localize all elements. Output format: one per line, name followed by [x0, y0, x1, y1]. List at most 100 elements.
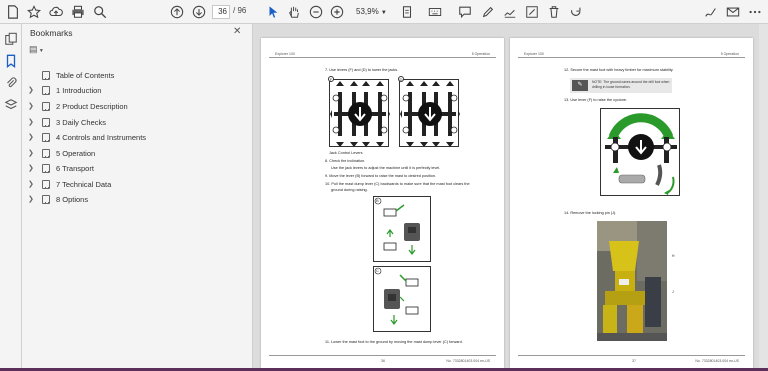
document-number: No. 7332801403.004 en-US	[695, 359, 739, 363]
bookmark-label: Table of Contents	[56, 70, 115, 80]
header-rule	[518, 57, 745, 58]
layers-icon[interactable]	[4, 98, 18, 112]
header-rule	[269, 57, 496, 58]
bookmark-label: 4 Controls and Instruments	[56, 132, 147, 142]
callout-j: J	[672, 290, 674, 294]
mast-lever-diagram	[374, 197, 420, 255]
step-12-text: 12. Secure the mast foot with heavy timb…	[564, 68, 674, 72]
bookmark-page-icon	[42, 70, 50, 80]
bookmark-label: 3 Daily Checks	[56, 117, 107, 127]
chevron-right-icon[interactable]: ❯	[28, 164, 38, 172]
navigation-rail	[0, 24, 22, 371]
locking-pin-photo	[597, 221, 667, 341]
bookmark-item[interactable]: ❯ 1 Introduction	[28, 83, 101, 97]
footer-rule	[518, 355, 745, 356]
pdf-page-right: Explorer 100 5 Operation 12. Secure the …	[510, 38, 753, 368]
chevron-right-icon[interactable]: ❯	[28, 118, 38, 126]
bookmark-page-icon	[42, 101, 50, 111]
bookmark-options-dropdown[interactable]: ▤ ▼	[29, 44, 51, 58]
chevron-down-icon: ▼	[37, 48, 44, 54]
keyboard-icon[interactable]	[426, 3, 444, 21]
bookmark-page-icon	[42, 148, 50, 158]
stamp-icon[interactable]	[501, 3, 519, 21]
cloud-upload-icon[interactable]	[47, 3, 65, 21]
cyclone-lever-diagram	[605, 113, 677, 195]
bookmark-label: 2 Product Description	[56, 101, 128, 111]
list-options-icon: ▤	[29, 44, 38, 54]
step-10-detail: ground during raising.	[331, 188, 368, 192]
bookmark-item[interactable]: ❯ 8 Options	[28, 192, 88, 206]
note-icon: ✎	[572, 80, 588, 91]
page-fit-icon[interactable]	[398, 3, 416, 21]
more-options-icon[interactable]	[746, 3, 764, 21]
vertical-scrollbar[interactable]	[759, 24, 768, 371]
mail-icon[interactable]	[724, 3, 742, 21]
page-thumbnails-icon[interactable]	[4, 32, 18, 46]
page-number-input[interactable]: 36	[212, 5, 230, 19]
page-total: / 96	[233, 6, 247, 15]
document-view[interactable]: Explorer 100 5 Operation 7. Use levers (…	[253, 24, 768, 371]
hand-tool-icon[interactable]	[285, 3, 303, 21]
chevron-right-icon[interactable]: ❯	[28, 102, 38, 110]
note-box: ✎ NOTE: The ground caves around the dril…	[570, 78, 672, 93]
search-icon[interactable]	[91, 3, 109, 21]
step-11-text: 11. Lower the mast foot to the ground by…	[325, 340, 463, 344]
pen-icon[interactable]	[479, 3, 497, 21]
page-number: 37	[632, 359, 636, 363]
page-header-left: Explorer 100	[275, 52, 295, 56]
machine-photo	[597, 221, 667, 341]
comment-icon[interactable]	[456, 3, 474, 21]
chevron-down-icon: ▼	[380, 10, 387, 16]
bookmark-page-icon	[42, 132, 50, 142]
jack-lever-diagram	[330, 81, 390, 147]
step-9-text: 9. Move the lever (B) forward to raise t…	[325, 174, 437, 178]
mast-lever-figure-b: B	[373, 196, 431, 262]
bookmark-page-icon	[42, 117, 50, 127]
bookmark-label: 8 Options	[56, 194, 89, 204]
step-14-text: 14. Remove the locking pin (J).	[564, 211, 617, 215]
bookmark-icon[interactable]	[4, 54, 18, 68]
bookmark-item[interactable]: ❯ 6 Transport	[28, 161, 94, 175]
bookmark-item[interactable]: ❯ 4 Controls and Instruments	[28, 130, 146, 144]
page-number: 36	[381, 359, 385, 363]
chevron-right-icon[interactable]: ❯	[28, 133, 38, 141]
zoom-level-select[interactable]: 53,9% ▼	[350, 5, 388, 19]
lever-figure-f: F	[328, 76, 390, 147]
previous-page-icon[interactable]	[168, 3, 186, 21]
bookmarks-panel: Bookmarks ✕ ▤ ▼ Table of Contents ❯ 1 Int…	[22, 24, 253, 371]
step-10-text: 10. Pull the mast dump lever (C) backwar…	[325, 182, 470, 186]
step-8-detail: Use the jack levers to adjust the machin…	[331, 166, 441, 170]
chevron-right-icon[interactable]: ❯	[28, 180, 38, 188]
figure-label-f: F	[328, 76, 334, 82]
chevron-right-icon[interactable]: ❯	[28, 86, 38, 94]
zoom-in-icon[interactable]	[328, 3, 346, 21]
select-cursor-icon[interactable]	[264, 3, 282, 21]
next-page-icon[interactable]	[190, 3, 208, 21]
step-8-text: 8. Check the inclination.	[325, 159, 366, 163]
bookmark-item[interactable]: ❯ 3 Daily Checks	[28, 115, 106, 129]
chevron-right-icon[interactable]: ❯	[28, 195, 38, 203]
rotate-icon[interactable]	[567, 3, 585, 21]
print-icon[interactable]	[69, 3, 87, 21]
bookmark-item[interactable]: Table of Contents	[28, 68, 114, 82]
zoom-out-icon[interactable]	[307, 3, 325, 21]
fill-sign-icon[interactable]	[523, 3, 541, 21]
chevron-right-icon[interactable]: ❯	[28, 149, 38, 157]
close-icon[interactable]: ✕	[233, 26, 241, 37]
open-file-icon[interactable]	[4, 3, 22, 21]
bookmark-item[interactable]: ❯ 5 Operation	[28, 146, 95, 160]
page-header-left: Explorer 100	[524, 52, 544, 56]
figure-caption: Jack Control Levers	[329, 151, 363, 155]
panel-title: Bookmarks	[30, 28, 73, 38]
figure-label-b: B	[376, 198, 379, 203]
star-icon[interactable]	[25, 3, 43, 21]
bookmark-item[interactable]: ❯ 2 Product Description	[28, 99, 128, 113]
bookmark-page-icon	[42, 179, 50, 189]
attachment-icon[interactable]	[4, 76, 18, 90]
trash-icon[interactable]	[545, 3, 563, 21]
sign-icon[interactable]	[702, 3, 720, 21]
page-header-right: 5 Operation	[720, 52, 739, 56]
figure-label-d: D	[398, 76, 404, 82]
bookmark-item[interactable]: ❯ 7 Technical Data	[28, 177, 111, 191]
zoom-level-value: 53,9%	[356, 7, 379, 16]
